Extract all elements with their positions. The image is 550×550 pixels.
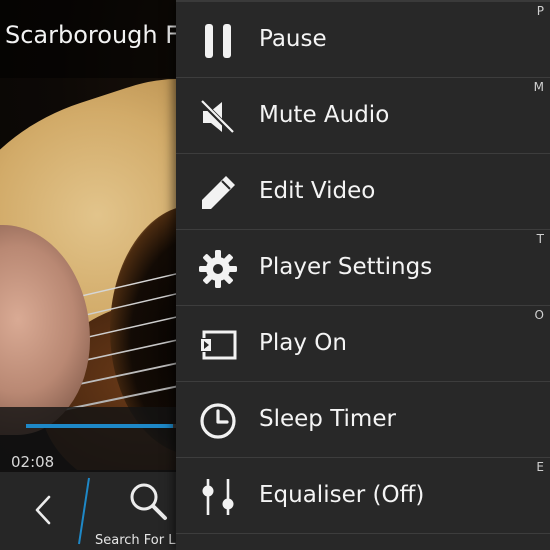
action-bar-divider bbox=[78, 477, 90, 545]
menu-item-label: Equaliser (Off) bbox=[259, 482, 425, 508]
menu-item-play-on[interactable]: Play On O bbox=[176, 306, 550, 382]
equaliser-icon bbox=[202, 479, 234, 515]
clock-icon bbox=[200, 403, 236, 439]
search-icon bbox=[130, 483, 167, 520]
search-action-button[interactable]: Search For L bbox=[93, 477, 183, 548]
search-action-label: Search For L bbox=[95, 533, 176, 548]
shortcut-hint: E bbox=[536, 460, 544, 474]
overflow-menu: Pause P Mute Audio M Edit Video Player S… bbox=[176, 0, 550, 550]
current-time: 02:08 bbox=[11, 453, 55, 471]
menu-item-label: Edit Video bbox=[259, 178, 376, 204]
video-player-screen: Scarborough Fa 02:08 Search For L Pause … bbox=[0, 0, 550, 550]
menu-item-label: Play On bbox=[259, 330, 347, 356]
back-button[interactable] bbox=[22, 486, 64, 534]
menu-item-label: Player Settings bbox=[259, 254, 433, 280]
menu-item-label: Mute Audio bbox=[259, 102, 390, 128]
gear-icon bbox=[199, 250, 237, 288]
menu-item-pause[interactable]: Pause P bbox=[176, 2, 550, 78]
mute-icon bbox=[199, 99, 235, 135]
menu-item-edit-video[interactable]: Edit Video bbox=[176, 154, 550, 230]
progress-fill bbox=[26, 424, 173, 428]
shortcut-hint: T bbox=[536, 232, 544, 246]
menu-item-label: Pause bbox=[259, 26, 327, 52]
chevron-left-icon bbox=[35, 495, 51, 525]
shortcut-hint: O bbox=[534, 308, 544, 322]
shortcut-hint: M bbox=[533, 80, 544, 94]
menu-item-player-settings[interactable]: Player Settings T bbox=[176, 230, 550, 306]
menu-item-equaliser[interactable]: Equaliser (Off) E bbox=[176, 458, 550, 534]
video-title: Scarborough Fa bbox=[5, 21, 192, 49]
pause-icon bbox=[205, 24, 231, 58]
menu-item-mute-audio[interactable]: Mute Audio M bbox=[176, 78, 550, 154]
menu-item-label: Sleep Timer bbox=[259, 406, 396, 432]
pencil-icon bbox=[202, 176, 235, 209]
shortcut-hint: P bbox=[536, 4, 544, 18]
menu-item-sleep-timer[interactable]: Sleep Timer bbox=[176, 382, 550, 458]
cast-icon bbox=[200, 330, 237, 360]
